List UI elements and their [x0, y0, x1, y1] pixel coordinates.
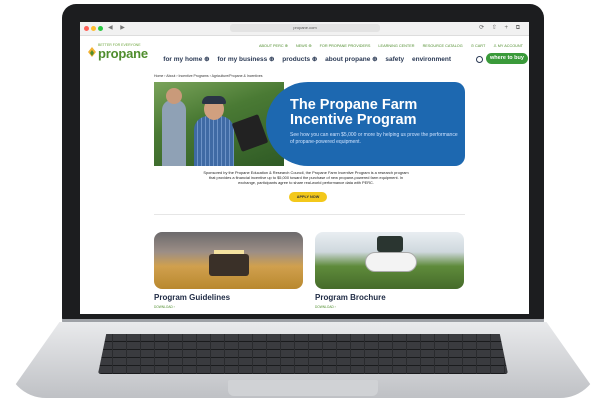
close-window-button[interactable] — [84, 26, 89, 31]
hero-title: The Propane Farm Incentive Program — [290, 97, 418, 128]
back-forward-icons[interactable]: ◀ ▶ — [108, 24, 128, 31]
propane-tank — [365, 252, 417, 272]
browser-action-icons[interactable]: ⟳ ⇧ + ⧉ — [479, 24, 523, 32]
utility-nav: ABOUT PERC ⊕ NEWS ⊕ FOR PROPANE PROVIDER… — [252, 43, 523, 48]
main-nav: for my home ⊕ for my business ⊕ products… — [157, 55, 451, 63]
where-to-buy-button[interactable]: where to buy — [486, 53, 528, 64]
nav-item-about[interactable]: about propane ⊕ — [325, 56, 377, 63]
combine-harvester — [209, 254, 249, 276]
brochure-card-image[interactable] — [315, 232, 464, 289]
utility-link-providers[interactable]: FOR PROPANE PROVIDERS — [320, 44, 371, 48]
browser-toolbar: ◀ ▶ propane.com ⟳ ⇧ + ⧉ — [80, 22, 529, 36]
minimize-window-button[interactable] — [91, 26, 96, 31]
laptop-screen: ◀ ▶ propane.com ⟳ ⇧ + ⧉ BETTER FOR EVERY… — [80, 22, 529, 314]
utility-link-about[interactable]: ABOUT PERC ⊕ — [259, 44, 288, 48]
brochure-download-link[interactable]: DOWNLOAD › — [315, 305, 336, 309]
guidelines-card-title[interactable]: Program Guidelines — [154, 293, 230, 302]
farmer-left — [162, 100, 186, 166]
tractor — [377, 236, 403, 252]
program-description: Sponsored by the Propane Education & Res… — [203, 170, 409, 186]
hero-photo-farmers — [154, 82, 284, 166]
nav-item-home[interactable]: for my home ⊕ — [163, 56, 209, 63]
account-link[interactable]: ♙ MY ACCOUNT — [493, 44, 523, 48]
guidelines-card-image[interactable] — [154, 232, 303, 289]
brochure-card-title[interactable]: Program Brochure — [315, 293, 386, 302]
tablet-device — [231, 114, 269, 152]
guidelines-download-link[interactable]: DOWNLOAD › — [154, 305, 175, 309]
utility-link-learning[interactable]: LEARNING CENTER — [378, 44, 414, 48]
nav-item-business[interactable]: for my business ⊕ — [217, 56, 274, 63]
farmer-cap — [202, 96, 226, 104]
farmer-left-head — [166, 88, 182, 104]
address-bar[interactable]: propane.com — [230, 24, 380, 32]
hero-subtitle: See how you can earn $5,000 or more by h… — [290, 132, 458, 145]
hero-banner: The Propane Farm Incentive Program See h… — [154, 82, 465, 166]
logo-wordmark: propane — [98, 46, 148, 61]
section-divider — [154, 214, 465, 215]
breadcrumb[interactable]: Home › About › Incentive Programs › Agri… — [154, 74, 263, 78]
laptop-trackpad — [228, 380, 378, 396]
laptop-keyboard — [98, 334, 508, 374]
flame-icon — [88, 47, 96, 57]
utility-link-catalog[interactable]: RESOURCE CATALOG — [423, 44, 463, 48]
farmer-right — [194, 116, 234, 166]
nav-item-products[interactable]: products ⊕ — [282, 56, 317, 63]
nav-item-safety[interactable]: safety — [385, 56, 404, 63]
apply-now-button[interactable]: APPLY NOW — [289, 192, 327, 202]
cart-link[interactable]: ⊙ CART — [471, 44, 485, 48]
maximize-window-button[interactable] — [98, 26, 103, 31]
utility-link-news[interactable]: NEWS ⊕ — [296, 44, 312, 48]
search-icon[interactable] — [476, 56, 483, 63]
nav-item-environment[interactable]: environment — [412, 56, 451, 63]
